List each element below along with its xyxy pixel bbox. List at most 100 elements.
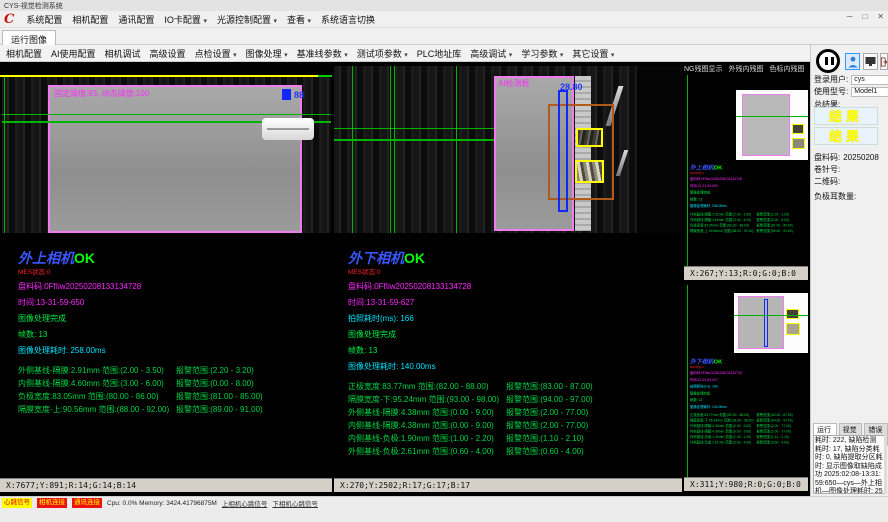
user-icon [848, 56, 858, 68]
upper-camera-heartbeat-link[interactable]: 上相机心跳信号 [222, 498, 268, 508]
thumb-tab-row: NG残图显示 外残内残图 色标内残图 [684, 62, 810, 75]
login-user-field[interactable]: cys [851, 75, 888, 85]
barcode-label: 盘料码: [814, 152, 840, 163]
measurement-row: 负极宽度:83.05mm 范围:(80.00 - 86.00)报警范围:(81.… [18, 391, 348, 404]
left-time: 时间:13-31-59-650 [18, 297, 348, 308]
tool-baseline-params[interactable]: 基准线参数 ▾ [297, 47, 348, 60]
thumb-upper-camera[interactable]: 外上相机OK MES状态:0 盘料码:0FfIiw202502081331347… [684, 75, 808, 266]
chevron-down-icon: ▾ [308, 18, 312, 25]
thumb2-coords-bar: X:311;Y:980;R:0;G:0;B:0 [684, 477, 808, 491]
mid-ai-roi-label: AI检测框 [498, 78, 530, 89]
thumb1-hline [736, 116, 808, 117]
left-green-vline [4, 77, 5, 233]
left-coords-bar: X:7677;Y:891;R:14;G:14;B:14 [0, 478, 332, 492]
lower-camera-heartbeat-link[interactable]: 下相机心跳信号 [272, 498, 318, 508]
mid-done: 图像处理完成 [348, 329, 678, 340]
left-frames: 帧数: 13 [18, 329, 348, 340]
thumb2-hline [734, 315, 808, 316]
thumb2-defect-box-2 [786, 323, 800, 335]
left-elapsed: 图像处理耗时: 258.00ms [18, 345, 348, 356]
mid-camera-image[interactable]: AI检测框 28.80 [334, 66, 682, 233]
thumb2-defect-box [786, 309, 799, 319]
tool-other-settings[interactable]: 其它设置 ▾ [572, 47, 614, 60]
left-blue-marker [282, 89, 291, 100]
tool-spot-check[interactable]: 点检设置 ▾ [195, 47, 237, 60]
chevron-down-icon: ▾ [404, 52, 408, 59]
thumb-tab-ng[interactable]: NG残图显示 [684, 64, 723, 75]
left-status-ok: OK [74, 250, 95, 266]
monitor-icon [865, 56, 876, 67]
main-area: 固定阈值:93, 动态阈值:100 88 外上相机OK MES状态:0 盘料码:… [0, 62, 810, 496]
user-login-button[interactable] [845, 53, 860, 70]
model-label: 使用型号: [814, 86, 848, 97]
mid-dark-strip [637, 66, 682, 233]
tool-image-processing[interactable]: 图像处理 ▾ [246, 47, 288, 60]
close-button[interactable]: ✕ [877, 12, 884, 21]
chevron-down-icon: ▾ [344, 52, 348, 59]
thumb1-defect-box [792, 124, 804, 134]
tool-camera-debug[interactable]: 相机调试 [105, 47, 141, 60]
model-field[interactable]: Model1 [851, 87, 888, 97]
toolbar: 相机配置 AI使用配置 相机调试 高级设置 点检设置 ▾ 图像处理 ▾ 基准线参… [0, 45, 888, 62]
thumb1-image-card [736, 90, 808, 160]
minimize-button[interactable]: ─ [847, 12, 853, 21]
exit-button[interactable] [880, 53, 888, 70]
mid-green-vline-2 [390, 66, 391, 233]
comm-connect-badge: 通讯连接 [72, 498, 102, 508]
thumb1-coords-bar: X:267;Y:13;R:0;G:0;B:0 [684, 266, 808, 280]
thumb-tab-color[interactable]: 色标内残图 [770, 64, 805, 75]
mid-camera-name: 外下相机 [348, 251, 404, 267]
mid-defect-box-2 [575, 160, 604, 183]
measurement-row: 正极宽度:83.77mm 范围:(82.00 - 88.00)报警范围:(83.… [348, 381, 678, 394]
menu-camera-config[interactable]: 相机配置 [72, 13, 108, 26]
measurement-row: 隔膜宽度-下:95.24mm 范围:(93.00 - 98.00)报警范围:(9… [348, 394, 678, 407]
left-blue-value: 88 [294, 90, 304, 100]
left-barcode: 盘料码:0FfIiw20250208133134728 [18, 281, 348, 292]
thumb-tab-outer[interactable]: 外残内残图 [729, 64, 764, 75]
pause-button[interactable] [816, 49, 840, 73]
tool-learn-params[interactable]: 学习参数 ▾ [521, 47, 563, 60]
chevron-down-icon: ▾ [203, 18, 207, 25]
measurement-row: 内侧基线-负极:1.90mm 范围:(1.00 - 2.20)报警范围:(1.1… [348, 433, 678, 446]
tool-ai-config[interactable]: AI使用配置 [51, 47, 96, 60]
heartbeat-badge: 心跳信号 [2, 498, 32, 508]
mid-status-ok: OK [404, 250, 425, 266]
left-camera-image[interactable]: 固定阈值:93, 动态阈值:100 88 [2, 77, 331, 233]
chevron-down-icon: ▾ [509, 52, 513, 59]
thumb-lower-camera[interactable]: 外下相机OK MES状态:0 盘料码:0FfIiw202502081331347… [684, 285, 808, 477]
model-row: 使用型号: Model1 [814, 86, 888, 97]
log-scrollbar[interactable] [884, 435, 887, 494]
mid-green-vline-1 [352, 66, 353, 233]
mid-blue-roi [558, 90, 568, 212]
mid-blue-value: 28.80 [560, 82, 583, 92]
barcode-value: 20250208 [843, 153, 879, 162]
mid-measurements: 正极宽度:83.77mm 范围:(82.00 - 88.00)报警范围:(83.… [348, 381, 678, 459]
tab-count-row: 负极耳数量: [814, 191, 856, 202]
chevron-down-icon: ▾ [273, 18, 277, 25]
chevron-down-icon: ▾ [233, 52, 237, 59]
thumb1-green-vline [687, 75, 688, 266]
cpu-memory-text: Cpu: 0.0% Memory: 3424.41796875M [107, 500, 217, 507]
menu-light-config[interactable]: 光源控制配置 ▾ [217, 13, 277, 26]
monitor-button[interactable] [863, 53, 878, 70]
mid-coords-bar: X:270;Y:2502;R:17;G:17;B:17 [334, 478, 682, 492]
mid-ai-elapsed: 拍照耗时(ms): 166 [348, 313, 678, 324]
tool-advanced-settings[interactable]: 高级设置 [150, 47, 186, 60]
menu-view[interactable]: 查看 ▾ [287, 13, 311, 26]
log-text-area[interactable]: 耗时: 222, 缺陷检测耗时: 17, 缺陷分类耗时: 0, 缺陷提取分区耗时… [813, 435, 885, 494]
measurement-row: 隔膜宽度-上:90.56mm 范围:(88.00 - 92.00)报警范围:(8… [18, 404, 348, 417]
tool-camera-config[interactable]: 相机配置 [6, 47, 42, 60]
mid-barcode: 盘料码:0FfIiw20250208133134728 [348, 281, 678, 292]
tool-plc-address[interactable]: PLC地址库 [417, 47, 462, 60]
menu-io-config[interactable]: IO卡配置 ▾ [164, 13, 207, 26]
left-film-roi [48, 85, 302, 233]
menu-comm-config[interactable]: 通讯配置 [118, 13, 154, 26]
tab-run-image[interactable]: 运行图像 [2, 30, 56, 45]
tool-advanced-debug[interactable]: 高级调试 ▾ [470, 47, 512, 60]
measurement-row: 内侧基线-隔膜:4.60mm 范围:(3.00 - 6.00)报警范围:(0.0… [18, 378, 348, 391]
menu-language-switch[interactable]: 系统语言切换 [321, 13, 375, 26]
mid-green-vline-4 [456, 66, 457, 233]
menu-system-config[interactable]: 系统配置 [26, 13, 62, 26]
tool-test-params[interactable]: 测试项参数 ▾ [357, 47, 408, 60]
maximize-button[interactable]: □ [862, 12, 867, 21]
